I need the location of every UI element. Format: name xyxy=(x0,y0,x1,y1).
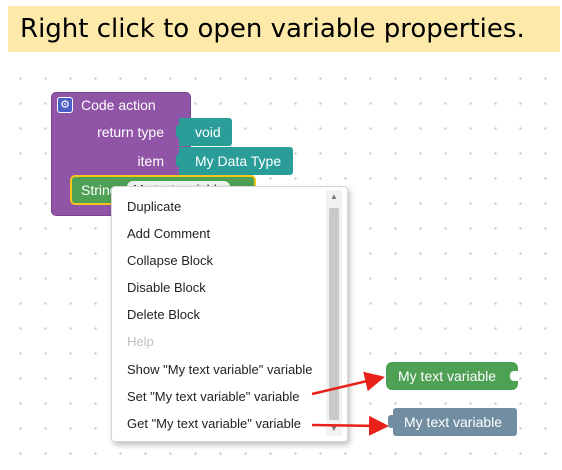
set-variable-label: My text variable xyxy=(398,368,497,384)
get-variable-block[interactable]: My text variable xyxy=(388,408,517,436)
menu-scrollbar-thumb[interactable] xyxy=(329,208,339,420)
menu-item-help: Help xyxy=(127,334,154,349)
menu-item-get-variable[interactable]: Get "My text variable" variable xyxy=(127,416,301,431)
set-variable-block[interactable]: My text variable xyxy=(386,362,518,390)
return-type-value: void xyxy=(195,124,221,140)
menu-item-collapse-block[interactable]: Collapse Block xyxy=(127,253,213,268)
return-type-label: return type xyxy=(97,124,164,140)
gear-icon[interactable]: ⚙ xyxy=(57,97,73,113)
menu-item-disable-block[interactable]: Disable Block xyxy=(127,280,206,295)
context-menu: Duplicate Add Comment Collapse Block Dis… xyxy=(111,186,348,442)
instruction-banner: Right click to open variable properties. xyxy=(8,6,560,52)
item-label: item xyxy=(137,153,164,169)
menu-item-add-comment[interactable]: Add Comment xyxy=(127,226,210,241)
banner-text: Right click to open variable properties. xyxy=(20,14,525,44)
get-variable-label: My text variable xyxy=(404,414,503,430)
connector-notch xyxy=(510,371,518,381)
item-type-block[interactable]: My Data Type xyxy=(176,147,293,175)
menu-item-set-variable[interactable]: Set "My text variable" variable xyxy=(127,389,300,404)
scroll-up-arrow-icon[interactable]: ▲ xyxy=(329,192,339,202)
menu-item-show-variable[interactable]: Show "My text variable" variable xyxy=(127,362,313,377)
code-action-title: Code action xyxy=(81,97,156,113)
return-type-block[interactable]: void xyxy=(176,118,232,146)
menu-item-delete-block[interactable]: Delete Block xyxy=(127,307,200,322)
item-type-value: My Data Type xyxy=(195,153,282,169)
code-action-header: ⚙ Code action xyxy=(57,95,156,115)
menu-item-duplicate[interactable]: Duplicate xyxy=(127,199,181,214)
scroll-down-arrow-icon[interactable]: ▼ xyxy=(329,424,339,434)
